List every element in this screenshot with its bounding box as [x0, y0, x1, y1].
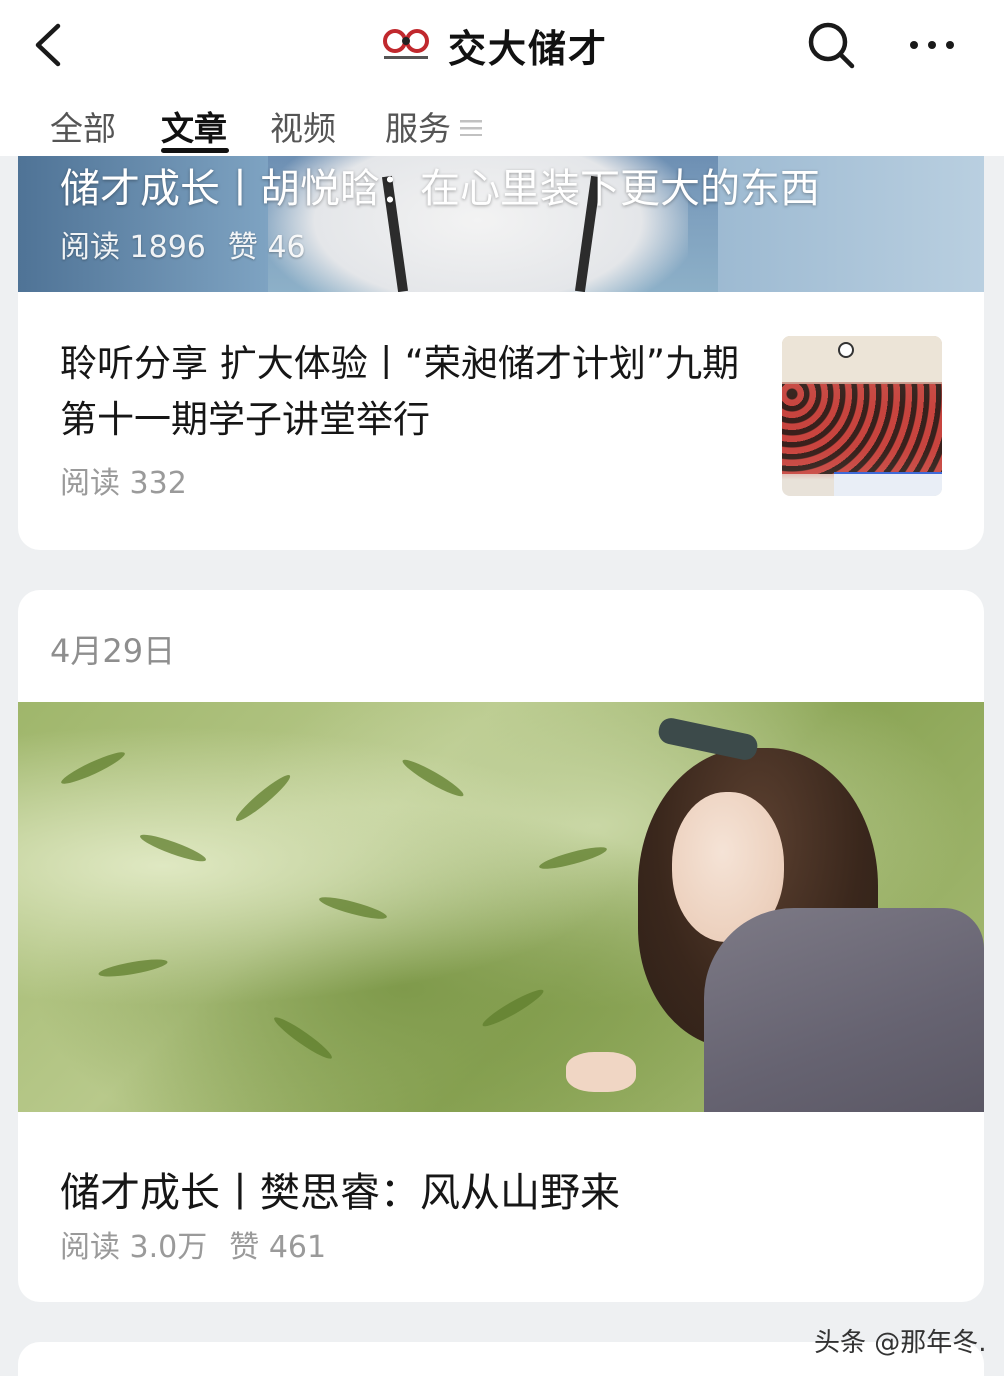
read-count: 阅读 1896 [60, 230, 206, 265]
menu-lines-icon[interactable] [460, 120, 482, 136]
like-count: 赞 46 [227, 230, 306, 265]
more-dots-icon [910, 41, 954, 49]
article-title[interactable]: 储才成长丨樊思睿：风从山野来 [60, 1160, 620, 1218]
image-detail [97, 956, 169, 980]
image-detail [58, 747, 128, 789]
content-tabs: 全部 文章 视频 服务 [0, 92, 1004, 156]
read-count: 阅读 3.0万 [60, 1230, 208, 1265]
image-detail [537, 843, 609, 873]
account-logo-icon [383, 29, 429, 59]
image-detail [479, 985, 547, 1031]
clock-icon [838, 342, 854, 358]
chevron-left-icon [35, 23, 61, 67]
active-tab-indicator [161, 148, 229, 153]
article-card: 储才成长丨胡悦晗：在心里装下更大的东西 阅读 1896 赞 46 聆听分享 扩大… [18, 156, 984, 550]
featured-article-banner[interactable]: 储才成长丨胡悦晗：在心里装下更大的东西 阅读 1896 赞 46 [18, 156, 984, 292]
tab-services[interactable]: 服务 [385, 102, 451, 150]
more-options-button[interactable] [906, 30, 958, 60]
thumbnail-detail [834, 472, 942, 496]
top-navigation-bar: 交大储才 [0, 0, 1004, 92]
search-icon [808, 22, 855, 69]
tab-videos[interactable]: 视频 [270, 102, 336, 150]
watermark-text: 头条 @那年冬. [814, 1328, 987, 1358]
featured-article-stats: 阅读 1896 赞 46 [60, 222, 306, 266]
image-detail [138, 830, 208, 866]
article-list-item[interactable]: 聆听分享 扩大体验丨“荣昶储才计划”九期第十一期学子讲堂举行 阅读 332 [18, 292, 984, 550]
featured-article-title: 储才成长丨胡悦晗：在心里装下更大的东西 [60, 166, 820, 212]
image-detail [566, 1052, 636, 1092]
publish-date: 4月29日 [50, 632, 176, 670]
thumbnail-detail [782, 384, 942, 474]
account-title: 交大储才 [448, 26, 609, 71]
image-detail [270, 1013, 336, 1063]
image-detail [317, 893, 389, 923]
image-detail [656, 715, 760, 763]
like-count: 赞 461 [229, 1230, 327, 1265]
article-thumbnail [782, 336, 942, 496]
image-detail [399, 755, 467, 801]
back-button[interactable] [28, 22, 72, 68]
article-stats: 阅读 3.0万 赞 461 [60, 1222, 326, 1266]
search-button[interactable] [806, 20, 858, 72]
account-title-group: 交大储才 [380, 18, 608, 72]
article-card: 4月29日 储才成长丨樊思睿：风从山野来 阅读 3.0万 赞 461 [18, 590, 984, 1302]
tab-articles[interactable]: 文章 [161, 102, 227, 150]
tab-all[interactable]: 全部 [50, 102, 116, 150]
article-title: 聆听分享 扩大体验丨“荣昶储才计划”九期第十一期学子讲堂举行 [60, 342, 740, 441]
read-count: 阅读 332 [60, 466, 187, 501]
article-cover-image[interactable] [18, 702, 984, 1112]
thumbnail-detail [782, 336, 942, 382]
image-detail [232, 770, 294, 826]
image-detail [704, 908, 984, 1112]
